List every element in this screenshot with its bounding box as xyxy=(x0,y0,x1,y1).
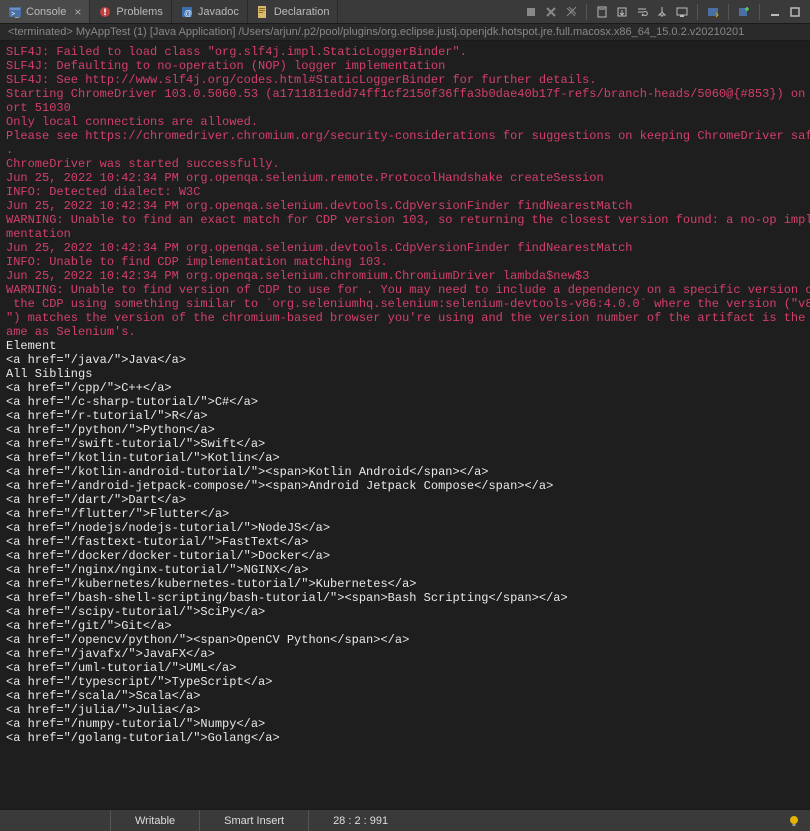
console-line: All Siblings xyxy=(6,367,804,381)
console-line: SLF4J: See http://www.slf4j.org/codes.ht… xyxy=(6,73,804,87)
javadoc-icon: @ xyxy=(180,5,194,19)
clear-icon[interactable] xyxy=(593,3,611,21)
remove-all-icon[interactable] xyxy=(562,3,580,21)
console-line: <a href="/uml-tutorial/">UML</a> xyxy=(6,661,804,675)
status-insert-mode: Smart Insert xyxy=(199,810,308,831)
tab-problems[interactable]: Problems xyxy=(90,0,171,23)
minimize-icon[interactable] xyxy=(766,3,784,21)
declaration-icon xyxy=(256,5,270,19)
console-line: Jun 25, 2022 10:42:34 PM org.openqa.sele… xyxy=(6,199,804,213)
console-line: <a href="/git/">Git</a> xyxy=(6,619,804,633)
tab-declaration[interactable]: Declaration xyxy=(248,0,339,23)
console-line: <a href="/java/">Java</a> xyxy=(6,353,804,367)
console-line: INFO: Unable to find CDP implementation … xyxy=(6,255,804,269)
console-line: <a href="/android-jetpack-compose/"><spa… xyxy=(6,479,804,493)
console-line: Starting ChromeDriver 103.0.5060.53 (a17… xyxy=(6,87,804,101)
status-writable: Writable xyxy=(110,810,199,831)
svg-text:@: @ xyxy=(184,9,192,18)
console-line: ") matches the version of the chromium-b… xyxy=(6,311,804,325)
console-line: <a href="/kubernetes/kubernetes-tutorial… xyxy=(6,577,804,591)
pin-icon[interactable] xyxy=(653,3,671,21)
console-line: ort 51030 xyxy=(6,101,804,115)
status-empty xyxy=(0,810,110,831)
console-line: <a href="/nginx/nginx-tutorial/">NGINX</… xyxy=(6,563,804,577)
console-line: WARNING: Unable to find version of CDP t… xyxy=(6,283,804,297)
scroll-lock-icon[interactable] xyxy=(613,3,631,21)
problems-icon xyxy=(98,5,112,19)
console-line: <a href="/fasttext-tutorial/">FastText</… xyxy=(6,535,804,549)
console-line: WARNING: Unable to find an exact match f… xyxy=(6,213,804,227)
console-line: Jun 25, 2022 10:42:34 PM org.openqa.sele… xyxy=(6,269,804,283)
console-line: . xyxy=(6,143,804,157)
display-icon[interactable] xyxy=(673,3,691,21)
console-line: <a href="/flutter/">Flutter</a> xyxy=(6,507,804,521)
status-bar: Writable Smart Insert 28 : 2 : 991 xyxy=(0,809,810,831)
console-line: <a href="/dart/">Dart</a> xyxy=(6,493,804,507)
console-line: Please see https://chromedriver.chromium… xyxy=(6,129,804,143)
console-line: <a href="/julia/">Julia</a> xyxy=(6,703,804,717)
tab-javadoc[interactable]: @ Javadoc xyxy=(172,0,248,23)
launch-terminated-line: <terminated> MyAppTest (1) [Java Applica… xyxy=(0,24,810,41)
console-line: <a href="/scala/">Scala</a> xyxy=(6,689,804,703)
word-wrap-icon[interactable] xyxy=(633,3,651,21)
console-line: mentation xyxy=(6,227,804,241)
console-line: Jun 25, 2022 10:42:34 PM org.openqa.sele… xyxy=(6,171,804,185)
toolbar-divider xyxy=(697,4,698,20)
console-line: <a href="/docker/docker-tutorial/">Docke… xyxy=(6,549,804,563)
status-cursor-pos: 28 : 2 : 991 xyxy=(308,810,412,831)
tab-console[interactable]: >_ Console × xyxy=(0,0,90,23)
console-toolbar xyxy=(522,3,810,21)
toolbar-divider xyxy=(759,4,760,20)
console-line: <a href="/javafx/">JavaFX</a> xyxy=(6,647,804,661)
console-output[interactable]: SLF4J: Failed to load class "org.slf4j.i… xyxy=(0,41,810,809)
console-line: Only local connections are allowed. xyxy=(6,115,804,129)
console-line: <a href="/kotlin-android-tutorial/"><spa… xyxy=(6,465,804,479)
console-line: <a href="/c-sharp-tutorial/">C#</a> xyxy=(6,395,804,409)
console-line: <a href="/python/">Python</a> xyxy=(6,423,804,437)
open-console-icon[interactable] xyxy=(704,3,722,21)
svg-text:>_: >_ xyxy=(11,11,19,18)
console-line: Jun 25, 2022 10:42:34 PM org.openqa.sele… xyxy=(6,241,804,255)
console-line: <a href="/scipy-tutorial/">SciPy</a> xyxy=(6,605,804,619)
console-line: <a href="/r-tutorial/">R</a> xyxy=(6,409,804,423)
console-line: the CDP using something similar to `org.… xyxy=(6,297,804,311)
console-line: SLF4J: Failed to load class "org.slf4j.i… xyxy=(6,45,804,59)
maximize-icon[interactable] xyxy=(786,3,804,21)
close-icon[interactable]: × xyxy=(74,5,81,19)
view-tabbar: >_ Console × Problems @ Javadoc Declaration xyxy=(0,0,810,24)
console-line: <a href="/swift-tutorial/">Swift</a> xyxy=(6,437,804,451)
tab-label: Console xyxy=(26,6,66,18)
console-line: Element xyxy=(6,339,804,353)
stop-icon[interactable] xyxy=(522,3,540,21)
console-icon: >_ xyxy=(8,5,22,19)
console-line: <a href="/typescript/">TypeScript</a> xyxy=(6,675,804,689)
console-line: <a href="/cpp/">C++</a> xyxy=(6,381,804,395)
tab-label: Problems xyxy=(116,6,162,18)
console-line: <a href="/golang-tutorial/">Golang</a> xyxy=(6,731,804,745)
tab-label: Javadoc xyxy=(198,6,239,18)
console-line: <a href="/bash-shell-scripting/bash-tuto… xyxy=(6,591,804,605)
tip-bulb-icon[interactable] xyxy=(778,815,810,827)
tab-label: Declaration xyxy=(274,6,330,18)
toolbar-divider xyxy=(586,4,587,20)
console-line: <a href="/numpy-tutorial/">Numpy</a> xyxy=(6,717,804,731)
console-line: ame as Selenium's. xyxy=(6,325,804,339)
console-line: ChromeDriver was started successfully. xyxy=(6,157,804,171)
console-line: SLF4J: Defaulting to no-operation (NOP) … xyxy=(6,59,804,73)
new-console-icon[interactable] xyxy=(735,3,753,21)
toolbar-divider xyxy=(728,4,729,20)
console-line: INFO: Detected dialect: W3C xyxy=(6,185,804,199)
console-line: <a href="/nodejs/nodejs-tutorial/">NodeJ… xyxy=(6,521,804,535)
console-line: <a href="/opencv/python/"><span>OpenCV P… xyxy=(6,633,804,647)
console-line: <a href="/kotlin-tutorial/">Kotlin</a> xyxy=(6,451,804,465)
remove-launch-icon[interactable] xyxy=(542,3,560,21)
